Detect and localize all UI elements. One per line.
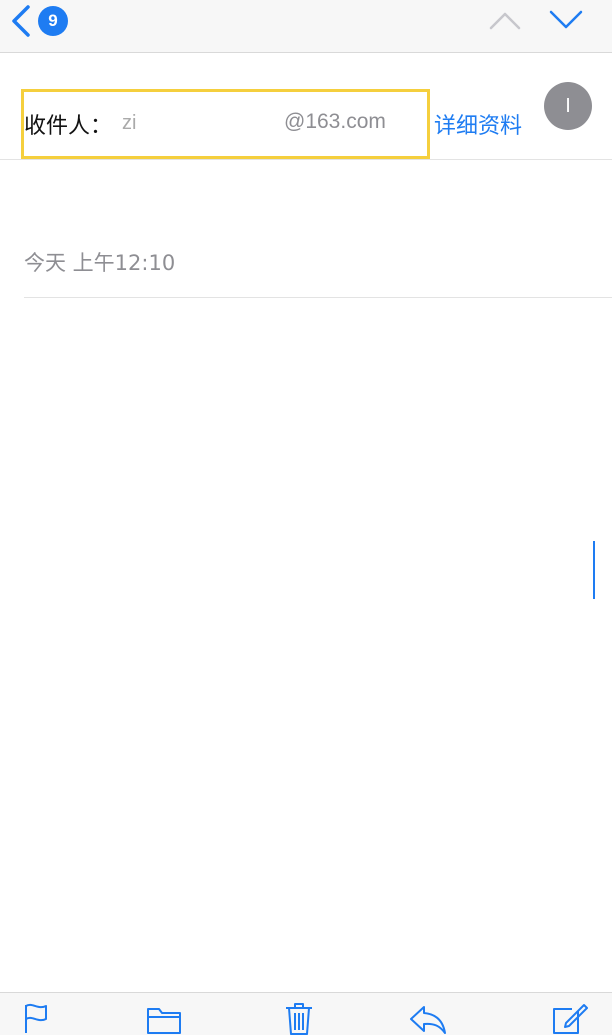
navigation-bar: 9 [0,0,612,53]
chevron-up-icon[interactable] [488,8,522,32]
chevron-down-icon[interactable] [548,6,584,32]
recipient-email-domain[interactable]: @163.com [284,110,386,134]
avatar[interactable]: I [544,82,592,130]
chevron-left-icon [12,5,30,37]
reply-icon[interactable] [408,1001,448,1035]
bottom-toolbar [0,992,612,1035]
header-divider [0,159,612,160]
body-divider [24,297,612,298]
scrollbar[interactable] [593,541,595,599]
folder-icon[interactable] [146,1001,182,1035]
unread-count-badge: 9 [38,6,68,36]
details-link[interactable]: 详细资料 [434,108,522,140]
flag-icon[interactable] [22,1001,50,1035]
recipient-name[interactable]: zi [122,112,136,135]
recipient-label: 收件人： [24,114,113,139]
compose-icon[interactable] [552,1001,588,1035]
timestamp: 今天 上午12:10 [24,251,176,275]
trash-icon[interactable] [284,1001,314,1035]
back-button[interactable]: 9 [8,2,72,38]
